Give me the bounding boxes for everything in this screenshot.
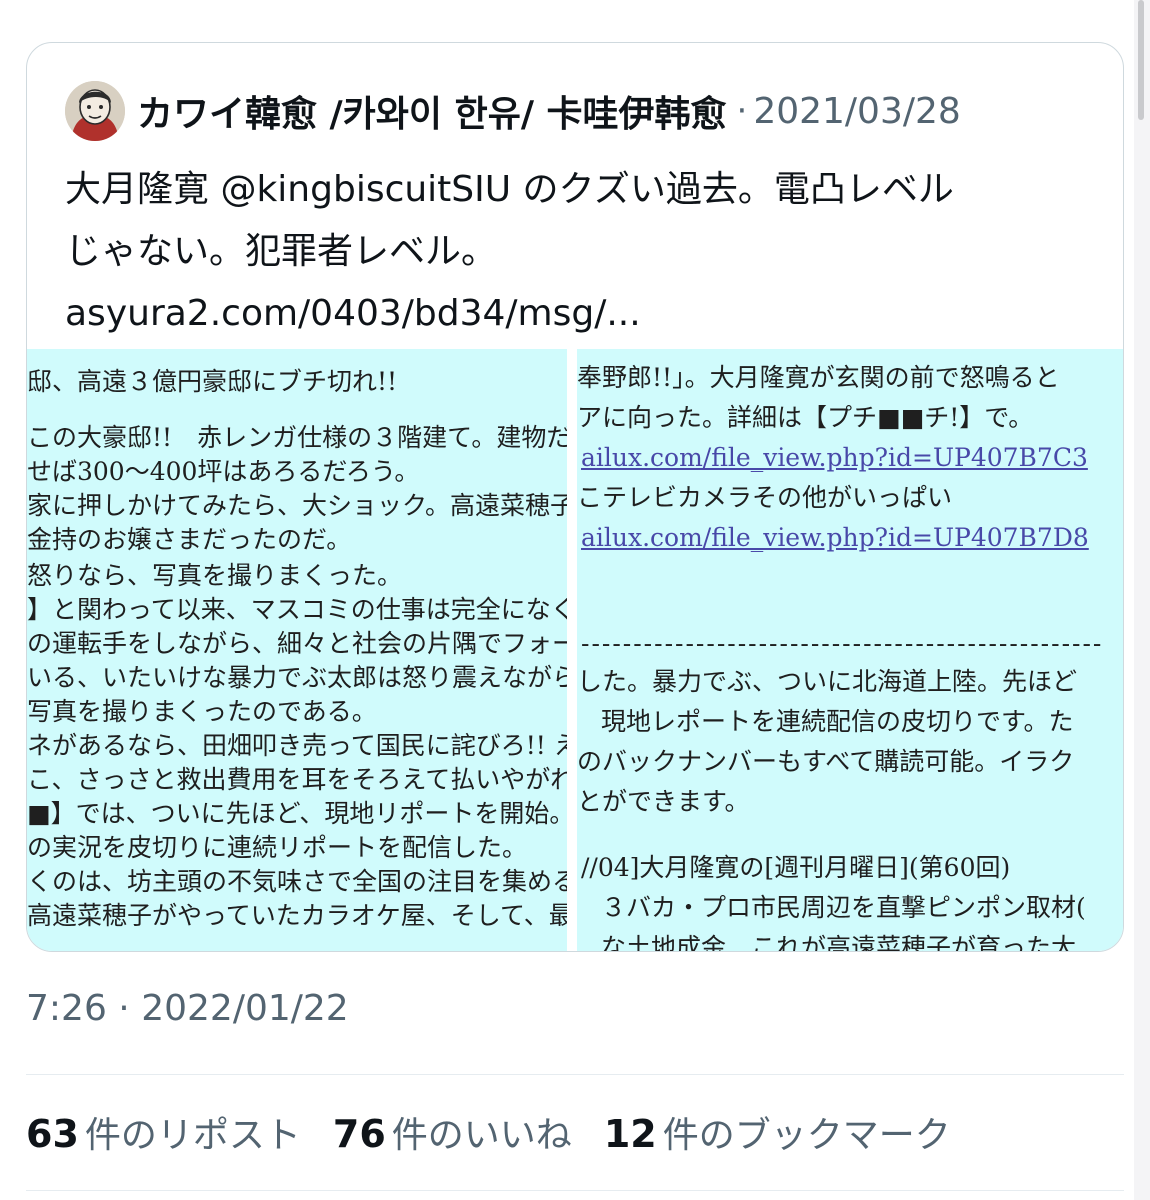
image-text-line: の実況を皮切りに連続リポートを配信した。: [27, 833, 528, 862]
image-text-line: 怒りなら、写真を撮りまくった。: [27, 561, 403, 590]
image-text-line: 】と関わって以来、マスコミの仕事は完全になく: [27, 595, 567, 624]
likes-stat[interactable]: 76 件のいいね: [333, 1106, 572, 1158]
quoted-post-text: 大月隆寛 @kingbiscuitSIU のクズい過去。電凸レベル じゃない。犯…: [65, 159, 1105, 345]
quoted-text-line: じゃない。犯罪者レベル。: [65, 231, 498, 272]
image-text-line: こ、さっさと救出費用を耳をそろえて払いやがれ!: [27, 765, 567, 794]
image-link-line: ailux.com/file_view.php?id=UP407B7D8: [581, 523, 1089, 552]
image-text-line: 写真を撮りまくったのである。: [27, 697, 377, 726]
quoted-post-header: カワイ韓愈 /카와이 한유/ 卡哇伊韩愈 · 2021/03/28: [65, 79, 961, 143]
image-text-line: 奉野郎!!」。大月隆寛が玄関の前で怒鳴ると: [577, 363, 1060, 392]
image-text-line: ネがあるなら、田畑叩き売って国民に詫びろ!! えら: [27, 731, 567, 760]
quoted-text-line: 大月隆寛 @kingbiscuitSIU のクズい過去。電凸レベル: [65, 169, 954, 210]
image-dashed-rule: ----------------------------------------…: [581, 629, 1104, 658]
reposts-stat[interactable]: 63 件のリポスト: [26, 1106, 301, 1158]
dot-separator: ·: [736, 91, 748, 131]
image-text-line: くのは、坊主頭の不気味さで全国の注目を集める: [27, 867, 567, 896]
reposts-count: 63: [26, 1112, 79, 1156]
scrollbar-track[interactable]: [1134, 0, 1150, 1200]
image-text-line: ３バカ・プロ市民周辺を直撃ピンポン取材(: [601, 893, 1086, 922]
quoted-author-name[interactable]: カワイ韓愈 /카와이 한유/ 卡哇伊韩愈: [137, 85, 727, 137]
image-text-line: のバックナンバーもすべて購読可能。イラク: [577, 747, 1075, 776]
image-text-line: 家に押しかけてみたら、大ショック。高遠菜穂子は: [27, 491, 567, 520]
image-text-line: 高遠菜穂子がやっていたカラオケ屋、そして、最後: [27, 901, 567, 930]
engagement-stats: 63 件のリポスト 76 件のいいね 12 件のブックマーク: [26, 1106, 983, 1158]
post-time: 7:26: [26, 988, 107, 1029]
image-panel-right: 奉野郎!!」。大月隆寛が玄関の前で怒鳴ると アに向った。詳細は【プチ■■チ!】で…: [577, 349, 1123, 952]
divider: [26, 1074, 1124, 1075]
image-link-line: ailux.com/file_view.php?id=UP407B7C3: [581, 443, 1088, 472]
image-text-line: 金持のお嬢さまだったのだ。: [27, 525, 352, 554]
image-text-line: この大豪邸!! 赤レンガ仕様の３階建て。建物だけ: [27, 423, 567, 452]
image-text-line: せば300〜400坪はあろるだろう。: [27, 457, 420, 486]
image-text-line: こテレビカメラその他がいっぱい: [577, 483, 953, 512]
image-panel-left: 邸、高遠３億円豪邸にブチ切れ!! この大豪邸!! 赤レンガ仕様の３階建て。建物だ…: [27, 349, 567, 951]
quoted-text-link[interactable]: asyura2.com/0403/bd34/msg/...: [65, 283, 1105, 345]
bookmarks-label: 件のブックマーク: [662, 1115, 951, 1156]
image-text-line: //04]大月隆寛の[週刊月曜日](第60回): [581, 853, 1011, 882]
image-text-line: とができます。: [577, 787, 750, 816]
image-text-line: の運転手をしながら、細々と社会の片隅でフォーク: [27, 629, 567, 658]
quoted-post-date[interactable]: 2021/03/28: [753, 91, 961, 132]
image-text-line: 現地レポートを連続配信の皮切りです。た: [601, 707, 1074, 736]
post-timestamp[interactable]: 7:26 · 2022/01/22: [26, 988, 349, 1029]
reposts-label: 件のリポスト: [84, 1115, 301, 1156]
image-text-line: した。暴力でぶ、ついに北海道上陸。先ほど: [577, 667, 1078, 696]
scrollbar-thumb[interactable]: [1138, 0, 1144, 120]
attached-screenshot-image[interactable]: 邸、高遠３億円豪邸にブチ切れ!! この大豪邸!! 赤レンガ仕様の３階建て。建物だ…: [27, 349, 1123, 952]
dot-separator: ·: [118, 988, 130, 1029]
bookmarks-count: 12: [603, 1112, 657, 1156]
post-date: 2022/01/22: [141, 988, 349, 1029]
likes-count: 76: [332, 1112, 386, 1156]
divider: [26, 1190, 1124, 1191]
bookmarks-stat[interactable]: 12 件のブックマーク: [604, 1106, 951, 1158]
image-text-line: いる、いたいけな暴力でぶ太郎は怒り震えながら、: [27, 663, 567, 692]
image-text-line: アに向った。詳細は【プチ■■チ!】で。: [577, 403, 1034, 432]
avatar[interactable]: [65, 81, 125, 141]
image-text-line: 邸、高遠３億円豪邸にブチ切れ!!: [27, 367, 398, 396]
image-text-line: ■】では、ついに先ほど、現地リポートを開始。大: [27, 799, 567, 828]
image-text-line: な土地成金 これが高遠菜穂子が育った大: [601, 933, 1077, 952]
image-divider: [567, 349, 577, 951]
likes-label: 件のいいね: [391, 1115, 572, 1156]
quoted-post-card[interactable]: カワイ韓愈 /카와이 한유/ 卡哇伊韩愈 · 2021/03/28 大月隆寛 @…: [26, 42, 1124, 952]
